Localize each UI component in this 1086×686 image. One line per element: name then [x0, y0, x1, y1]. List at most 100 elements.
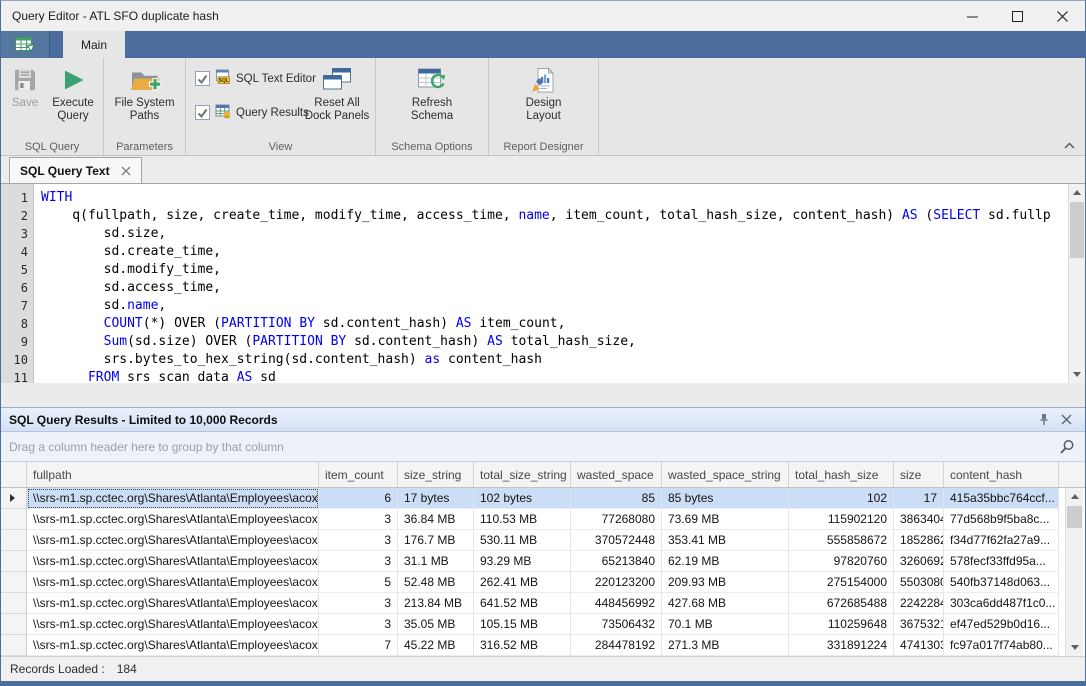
- table-row[interactable]: \\srs-m1.sp.cctec.org\Shares\Atlanta\Emp…: [1, 530, 1085, 551]
- cell-content_hash[interactable]: 578fecf33ffd95a...: [944, 551, 1059, 572]
- scroll-down-button[interactable]: [1069, 366, 1085, 383]
- close-button[interactable]: [1040, 1, 1085, 31]
- column-header-fullpath[interactable]: fullpath: [27, 462, 319, 487]
- cell-wasted_space_string[interactable]: 73.69 MB: [662, 509, 789, 530]
- cell-size_string[interactable]: 176.7 MB: [398, 530, 474, 551]
- sql-text-editor-checkbox[interactable]: [195, 71, 210, 86]
- column-header-size[interactable]: size: [894, 462, 944, 487]
- column-header-wasted_space[interactable]: wasted_space: [571, 462, 662, 487]
- cell-item_count[interactable]: 3: [319, 551, 398, 572]
- cell-content_hash[interactable]: 77d568b9f5ba8c...: [944, 509, 1059, 530]
- cell-wasted_space[interactable]: 85: [571, 488, 662, 509]
- cell-size[interactable]: 224228496: [894, 593, 944, 614]
- table-row[interactable]: \\srs-m1.sp.cctec.org\Shares\Atlanta\Emp…: [1, 488, 1085, 509]
- cell-content_hash[interactable]: fc97a017f74ab80...: [944, 635, 1059, 656]
- cell-total_hash_size[interactable]: 275154000: [789, 572, 894, 593]
- grid-vertical-scrollbar[interactable]: [1065, 488, 1083, 656]
- save-button[interactable]: Save: [4, 58, 46, 110]
- cell-size_string[interactable]: 213.84 MB: [398, 593, 474, 614]
- cell-total_hash_size[interactable]: 555858672: [789, 530, 894, 551]
- cell-item_count[interactable]: 7: [319, 635, 398, 656]
- tab-close-icon[interactable]: [121, 166, 131, 176]
- grid-scroll-thumb[interactable]: [1067, 506, 1082, 528]
- tab-sql-query-text[interactable]: SQL Query Text: [9, 157, 142, 183]
- grid-scroll-down-button[interactable]: [1066, 639, 1083, 656]
- column-header-size_string[interactable]: size_string: [398, 462, 474, 487]
- table-row[interactable]: \\srs-m1.sp.cctec.org\Shares\Atlanta\Emp…: [1, 635, 1085, 656]
- cell-fullpath[interactable]: \\srs-m1.sp.cctec.org\Shares\Atlanta\Emp…: [27, 572, 319, 593]
- cell-content_hash[interactable]: f34d77f62fa27a9...: [944, 530, 1059, 551]
- cell-size[interactable]: 185286224: [894, 530, 944, 551]
- cell-fullpath[interactable]: \\srs-m1.sp.cctec.org\Shares\Atlanta\Emp…: [27, 509, 319, 530]
- cell-wasted_space[interactable]: 220123200: [571, 572, 662, 593]
- table-row[interactable]: \\srs-m1.sp.cctec.org\Shares\Atlanta\Emp…: [1, 551, 1085, 572]
- cell-wasted_space_string[interactable]: 62.19 MB: [662, 551, 789, 572]
- cell-content_hash[interactable]: ef47ed529b0d16...: [944, 614, 1059, 635]
- cell-total_size_string[interactable]: 105.15 MB: [474, 614, 571, 635]
- app-menu-button[interactable]: [1, 31, 50, 58]
- cell-size_string[interactable]: 35.05 MB: [398, 614, 474, 635]
- cell-size_string[interactable]: 36.84 MB: [398, 509, 474, 530]
- cell-total_hash_size[interactable]: 672685488: [789, 593, 894, 614]
- cell-item_count[interactable]: 3: [319, 530, 398, 551]
- ribbon-collapse-button[interactable]: [1062, 140, 1076, 150]
- cell-wasted_space_string[interactable]: 427.68 MB: [662, 593, 789, 614]
- query-results-checkbox-row[interactable]: Query Results: [195, 103, 298, 122]
- cell-total_size_string[interactable]: 262.41 MB: [474, 572, 571, 593]
- cell-total_size_string[interactable]: 93.29 MB: [474, 551, 571, 572]
- cell-total_size_string[interactable]: 641.52 MB: [474, 593, 571, 614]
- scroll-up-button[interactable]: [1069, 184, 1085, 201]
- cell-wasted_space[interactable]: 284478192: [571, 635, 662, 656]
- cell-fullpath[interactable]: \\srs-m1.sp.cctec.org\Shares\Atlanta\Emp…: [27, 488, 319, 509]
- cell-total_size_string[interactable]: 110.53 MB: [474, 509, 571, 530]
- table-row[interactable]: \\srs-m1.sp.cctec.org\Shares\Atlanta\Emp…: [1, 614, 1085, 635]
- cell-size[interactable]: 36753216: [894, 614, 944, 635]
- tab-main[interactable]: Main: [63, 31, 125, 58]
- cell-wasted_space_string[interactable]: 353.41 MB: [662, 530, 789, 551]
- cell-wasted_space_string[interactable]: 85 bytes: [662, 488, 789, 509]
- cell-total_hash_size[interactable]: 102: [789, 488, 894, 509]
- cell-wasted_space[interactable]: 65213840: [571, 551, 662, 572]
- cell-size[interactable]: 38634040: [894, 509, 944, 530]
- cell-size[interactable]: 32606920: [894, 551, 944, 572]
- cell-wasted_space[interactable]: 370572448: [571, 530, 662, 551]
- pin-panel-button[interactable]: [1033, 411, 1055, 429]
- cell-total_size_string[interactable]: 316.52 MB: [474, 635, 571, 656]
- cell-content_hash[interactable]: 415a35bbc764ccf...: [944, 488, 1059, 509]
- cell-content_hash[interactable]: 540fb37148d063...: [944, 572, 1059, 593]
- cell-total_hash_size[interactable]: 115902120: [789, 509, 894, 530]
- execute-query-button[interactable]: Execute Query: [46, 58, 100, 123]
- cell-total_size_string[interactable]: 530.11 MB: [474, 530, 571, 551]
- cell-size_string[interactable]: 45.22 MB: [398, 635, 474, 656]
- cell-fullpath[interactable]: \\srs-m1.sp.cctec.org\Shares\Atlanta\Emp…: [27, 614, 319, 635]
- cell-fullpath[interactable]: \\srs-m1.sp.cctec.org\Shares\Atlanta\Emp…: [27, 593, 319, 614]
- cell-size[interactable]: 55030800: [894, 572, 944, 593]
- cell-item_count[interactable]: 3: [319, 614, 398, 635]
- column-header-content_hash[interactable]: content_hash: [944, 462, 1059, 487]
- refresh-schema-button[interactable]: Refresh Schema: [395, 58, 469, 123]
- cell-fullpath[interactable]: \\srs-m1.sp.cctec.org\Shares\Atlanta\Emp…: [27, 530, 319, 551]
- cell-size_string[interactable]: 31.1 MB: [398, 551, 474, 572]
- cell-wasted_space_string[interactable]: 70.1 MB: [662, 614, 789, 635]
- editor-vertical-scrollbar[interactable]: [1068, 184, 1085, 383]
- grid-search-button[interactable]: [1057, 437, 1077, 457]
- cell-total_hash_size[interactable]: 331891224: [789, 635, 894, 656]
- sql-code-editor[interactable]: WITH q(fullpath, size, create_time, modi…: [41, 189, 1067, 383]
- close-panel-button[interactable]: [1055, 411, 1077, 429]
- cell-content_hash[interactable]: 303ca6dd487f1c0...: [944, 593, 1059, 614]
- cell-total_hash_size[interactable]: 97820760: [789, 551, 894, 572]
- cell-item_count[interactable]: 3: [319, 593, 398, 614]
- file-system-paths-button[interactable]: File System Paths: [108, 58, 182, 123]
- cell-item_count[interactable]: 5: [319, 572, 398, 593]
- grid-scroll-up-button[interactable]: [1066, 488, 1083, 505]
- group-by-panel[interactable]: Drag a column header here to group by th…: [1, 432, 1085, 462]
- table-row[interactable]: \\srs-m1.sp.cctec.org\Shares\Atlanta\Emp…: [1, 593, 1085, 614]
- cell-fullpath[interactable]: \\srs-m1.sp.cctec.org\Shares\Atlanta\Emp…: [27, 551, 319, 572]
- editor-scroll-thumb[interactable]: [1070, 202, 1084, 258]
- cell-wasted_space_string[interactable]: 209.93 MB: [662, 572, 789, 593]
- cell-wasted_space_string[interactable]: 271.3 MB: [662, 635, 789, 656]
- minimize-button[interactable]: [950, 1, 995, 31]
- column-header-total_size_string[interactable]: total_size_string: [474, 462, 571, 487]
- cell-item_count[interactable]: 3: [319, 509, 398, 530]
- maximize-button[interactable]: [995, 1, 1040, 31]
